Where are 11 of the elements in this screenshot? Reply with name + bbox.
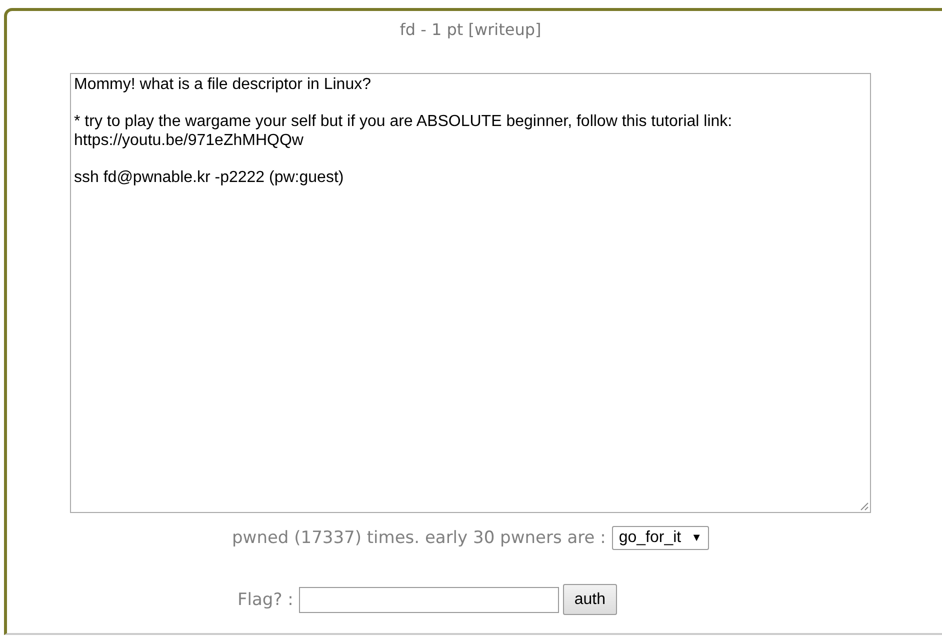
dropdown-arrow-icon: ▼ bbox=[691, 532, 702, 544]
resize-grip-icon[interactable] bbox=[860, 502, 869, 511]
select-value: go_for_it bbox=[618, 529, 682, 547]
flag-label: Flag? : bbox=[237, 590, 294, 610]
description-text: Mommy! what is a file descriptor in Linux? * try to play the wargame your self but if you are ABSOLUTE beginner, follow this tutorial link: https://youtu.be/971eZhMHQQw ssh fd@pwnable.kr -p2222 (pw:guest) bbox=[74, 76, 734, 187]
pwned-count-text: pwned (17337) times. early 30 pwners are : bbox=[232, 528, 606, 548]
pwners-select[interactable]: go_for_it ▼ bbox=[612, 526, 709, 550]
description-textarea[interactable] bbox=[70, 73, 871, 513]
auth-button[interactable]: auth bbox=[563, 584, 616, 615]
challenge-title: fd - 1 pt [writeup] bbox=[400, 20, 542, 41]
flag-input[interactable] bbox=[299, 586, 560, 612]
